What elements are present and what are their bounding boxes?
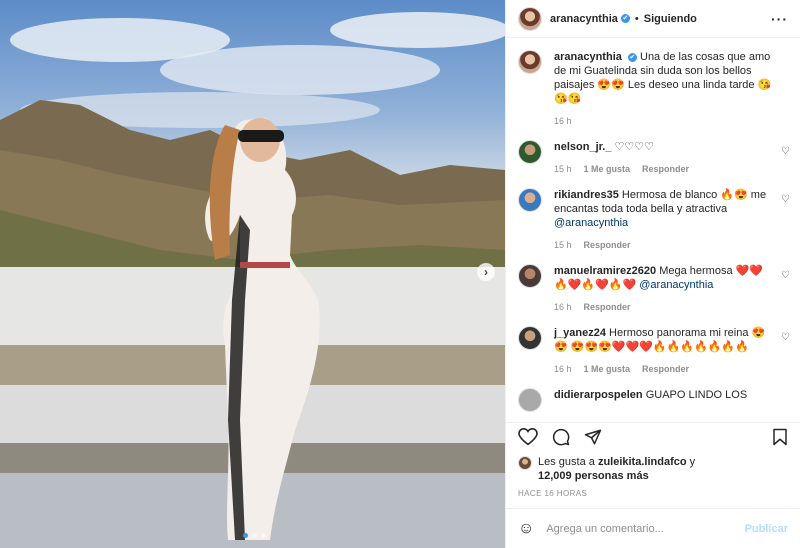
author-avatar[interactable] [518,6,542,31]
like-comment-heart-icon[interactable]: ♡ [781,270,790,281]
verified-badge-icon: ✔ [620,14,630,23]
comment-username[interactable]: nelson_jr._ [554,141,611,153]
reply-button[interactable]: Responder [584,300,631,314]
likes-count[interactable]: 12,009 personas más [538,470,649,482]
save-bookmark-icon[interactable] [772,428,788,446]
emoji-icon[interactable]: ☺ [518,520,534,538]
separator: • [634,12,639,25]
verified-badge-icon: ✔ [627,52,637,62]
comment-username[interactable]: manuelramirez2620 [554,265,656,277]
post-photo[interactable]: › [0,0,505,548]
post-header: aranacynthia ✔ • Siguiendo ··· [506,0,800,38]
comment-username[interactable]: j_yanez24 [554,327,606,339]
commenter-avatar[interactable] [518,326,542,350]
comment-username[interactable]: rikiandres35 [554,189,619,201]
post-modal: › aranacynthia ✔ • Siguiendo ··· aranacy… [0,0,800,548]
likes-prefix: Les gusta a [538,456,595,468]
caption: aranacynthia ✔ Una de las cosas que amo … [506,50,800,128]
comment-text: GUAPO LINDO LOS [645,389,748,401]
comments-list[interactable]: aranacynthia ✔ Una de las cosas que amo … [506,50,800,416]
comment-likes[interactable]: 1 Me gusta [584,162,631,176]
caption-time: 16 h [554,116,572,126]
chevron-right-icon: › [484,265,488,279]
following-button[interactable]: Siguiendo [644,13,697,25]
publish-button[interactable]: Publicar [745,523,788,535]
comment-item: manuelramirez2620 Mega hermosa ❤️❤️ 🔥❤️🔥… [506,264,800,314]
reply-button[interactable]: Responder [642,162,689,176]
like-comment-heart-icon[interactable]: ♡ [781,146,790,157]
comment-time: 16 h [554,302,572,312]
share-send-icon[interactable] [584,428,602,446]
reply-button[interactable]: Responder [642,362,689,376]
photo-scene [0,12,505,548]
comment-username[interactable]: didierarpospelen [554,389,643,401]
like-heart-icon[interactable] [518,427,538,446]
comment-time: 15 h [554,164,572,174]
comment-time: 16 h [554,364,572,374]
liker-avatar[interactable] [518,456,532,470]
carousel-dot [243,533,248,538]
comment-item: didierarpospelen GUAPO LINDO LOS [506,388,800,412]
add-comment-bar: ☺ Agrega un comentario... Publicar [506,508,800,548]
comment-item: nelson_jr._ ♡♡♡♡ 15 h 1 Me gusta Respond… [506,140,800,176]
like-comment-heart-icon[interactable]: ♡ [781,332,790,343]
post-actions [506,422,800,450]
comment-likes[interactable]: 1 Me gusta [584,362,631,376]
commenter-avatar[interactable] [518,140,542,164]
comment-mention[interactable]: @aranacynthia [639,279,713,291]
comment-item: j_yanez24 Hermoso panorama mi reina 😍😍 😍… [506,326,800,376]
carousel-dot [252,533,257,538]
comment-time: 15 h [554,240,572,250]
next-photo-button[interactable]: › [477,263,495,281]
commenter-avatar[interactable] [518,264,542,288]
author-username[interactable]: aranacynthia [550,13,618,25]
liker-username[interactable]: zuleikita.lindafco [598,456,687,468]
more-options-icon[interactable]: ··· [771,11,788,27]
commenter-avatar[interactable] [518,388,542,412]
author-avatar[interactable] [518,50,542,74]
likes-summary: Les gusta a zuleikita.lindafco y 12,009 … [518,455,788,483]
comment-text: ♡♡♡♡ [614,141,654,153]
commenter-avatar[interactable] [518,188,542,212]
comment-mention[interactable]: @aranacynthia [554,217,628,229]
like-comment-heart-icon[interactable]: ♡ [781,194,790,205]
caption-username[interactable]: aranacynthia [554,51,622,63]
post-side-panel: aranacynthia ✔ • Siguiendo ··· aranacynt… [505,0,800,548]
carousel-dot [261,533,266,538]
likes-join: y [689,456,696,468]
comment-item: rikiandres35 Hermosa de blanco 🔥😍 me enc… [506,188,800,252]
carousel-indicator [243,533,266,538]
comment-icon[interactable] [552,428,570,446]
reply-button[interactable]: Responder [584,238,631,252]
comment-input[interactable]: Agrega un comentario... [546,523,744,535]
post-timestamp[interactable]: HACE 16 HORAS [518,489,587,498]
